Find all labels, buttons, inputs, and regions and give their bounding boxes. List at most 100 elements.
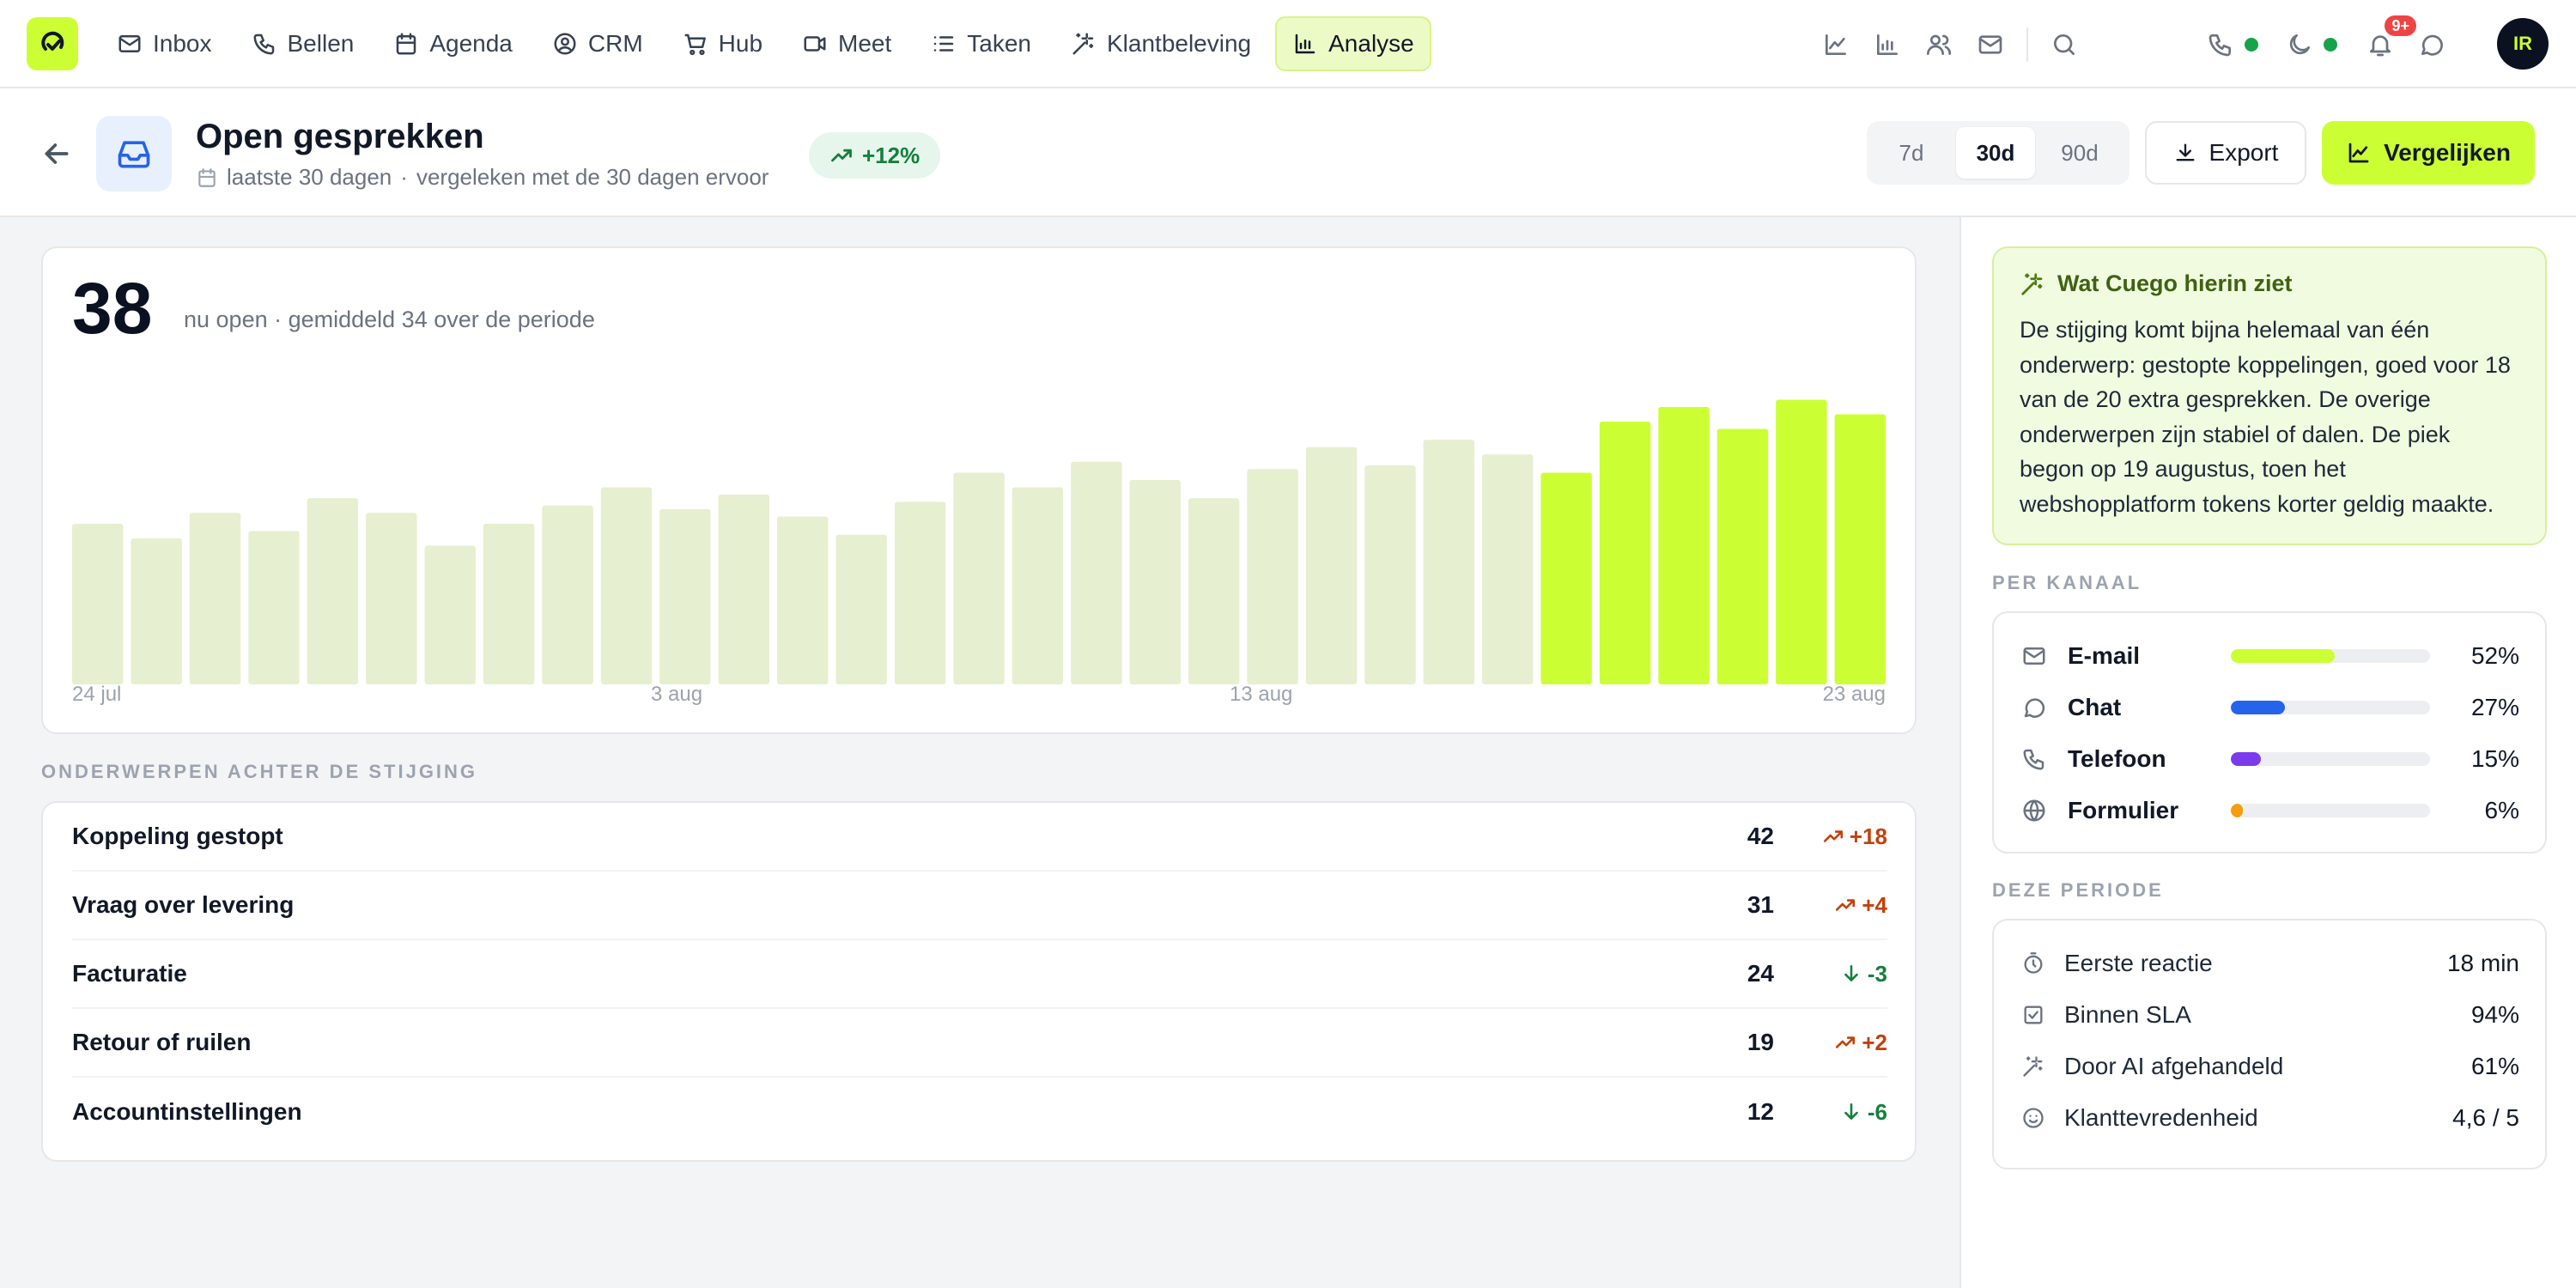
nav-item-bellen[interactable]: Bellen (236, 16, 370, 71)
line-chart-icon (2348, 143, 2369, 163)
bar-2-aug[interactable] (600, 487, 653, 685)
range-30d-button[interactable]: 30d (1956, 127, 2035, 179)
range-7d-button[interactable]: 7d (1872, 127, 1951, 179)
search-button[interactable] (2038, 19, 2090, 70)
stat-value: 94% (2470, 1001, 2519, 1028)
avatar[interactable]: IR (2497, 18, 2549, 70)
x-tick-label: 13 aug (1230, 683, 1293, 706)
topic-name: Facturatie (72, 960, 187, 987)
bar-27-jul[interactable] (248, 531, 300, 685)
table-row[interactable]: Facturatie 24 -3 (72, 940, 1887, 1009)
topic-count: 42 (1747, 823, 1774, 849)
channel-row: E-mail 52% (2021, 639, 2519, 673)
nav-item-crm[interactable]: CRM (537, 16, 659, 71)
bar-17-aug[interactable] (1482, 454, 1534, 684)
nav-item-hub[interactable]: Hub (667, 16, 778, 71)
dark-mode-button[interactable] (2281, 19, 2318, 70)
app-logo[interactable] (27, 17, 78, 70)
trend-chart-button[interactable] (1810, 19, 1862, 70)
smile-icon (2023, 1108, 2044, 1128)
bar-20-aug[interactable] (1658, 407, 1710, 684)
period-stats-card: Eerste reactie 18 min Binnen SLA 94% Doo… (1992, 919, 2547, 1170)
nav-item-meet[interactable]: Meet (787, 16, 907, 71)
calendar-icon (198, 167, 216, 187)
nav-item-taken[interactable]: Taken (915, 16, 1047, 71)
bar-3-aug[interactable] (659, 509, 711, 684)
ai-insight-card: Wat Cuego hierin ziet De stijging komt b… (1992, 246, 2547, 545)
bar-chart-button[interactable] (1862, 19, 1913, 70)
bar-28-jul[interactable] (307, 498, 359, 684)
table-row[interactable]: Koppeling gestopt 42 +18 (72, 803, 1887, 872)
bar-chart-icon (1295, 33, 1315, 54)
bar-11-aug[interactable] (1129, 480, 1181, 684)
bar-30-jul[interactable] (424, 545, 476, 685)
table-row[interactable]: Vraag over levering 31 +4 (72, 872, 1887, 940)
bar-5-aug[interactable] (777, 516, 829, 685)
nav-item-klantbeleving[interactable]: Klantbeleving (1055, 16, 1267, 71)
stat-label: Door AI afgehandeld (2064, 1053, 2284, 1079)
channel-percent: 52% (2470, 642, 2519, 669)
notifications-button[interactable]: 9+ (2354, 15, 2416, 70)
compare-label: Vergelijken (2384, 139, 2511, 166)
bar-4-aug[interactable] (718, 495, 770, 684)
bar-19-aug[interactable] (1599, 422, 1651, 684)
bar-23-aug[interactable] (1834, 414, 1886, 685)
channel-bar-fill (2231, 649, 2335, 663)
bar-25-jul[interactable] (131, 538, 182, 684)
video-icon (804, 36, 826, 52)
bar-15-aug[interactable] (1364, 465, 1416, 684)
bar-29-jul[interactable] (366, 513, 417, 684)
table-row[interactable]: Retour of ruilen 19 +2 (72, 1009, 1887, 1078)
topic-count: 24 (1747, 960, 1774, 987)
bar-18-aug[interactable] (1540, 472, 1592, 685)
chat-icon (2024, 698, 2045, 718)
phone-status-button[interactable] (2202, 19, 2239, 70)
arrow-left-icon (45, 143, 69, 164)
nav-item-inbox[interactable]: Inbox (101, 16, 228, 71)
moon-icon (2289, 34, 2310, 55)
nav-item-agenda[interactable]: Agenda (378, 16, 528, 71)
bar-chart (72, 399, 1886, 685)
trend-value: +12% (862, 142, 920, 168)
topic-delta: -6 (1774, 1099, 1887, 1126)
bar-31-jul[interactable] (483, 524, 535, 684)
subtitle-separator: · (400, 164, 408, 190)
export-button[interactable]: Export (2145, 121, 2306, 185)
channel-bar (2231, 701, 2430, 714)
table-row[interactable]: Accountinstellingen 12 -6 (72, 1078, 1887, 1146)
bar-26-jul[interactable] (189, 513, 241, 684)
topic-delta-value: -6 (1867, 1098, 1887, 1125)
bar-16-aug[interactable] (1423, 440, 1475, 684)
bar-8-aug[interactable] (953, 472, 1005, 685)
nav-item-label: Meet (838, 30, 892, 57)
topics-card: Koppeling gestopt 42 +18 Vraag over leve… (41, 801, 1917, 1162)
bar-24-jul[interactable] (72, 524, 124, 684)
bar-13-aug[interactable] (1247, 469, 1298, 684)
bar-21-aug[interactable] (1716, 428, 1769, 685)
stat-value: 4,6 / 5 (2452, 1104, 2519, 1131)
mail-button[interactable] (1965, 19, 2016, 70)
back-button[interactable] (39, 137, 74, 171)
bar-10-aug[interactable] (1071, 461, 1122, 684)
open-count-caption: nu open · gemiddeld 34 over de periode (184, 307, 595, 332)
bar-14-aug[interactable] (1305, 447, 1358, 684)
mail-icon (1978, 35, 2002, 54)
channels-card: E-mail 52% Chat 27% Telefoon 15% Formuli… (1992, 611, 2547, 854)
bar-7-aug[interactable] (894, 501, 946, 685)
bar-12-aug[interactable] (1188, 498, 1240, 684)
team-button[interactable] (1913, 19, 1965, 70)
bar-6-aug[interactable] (835, 534, 887, 684)
compare-button[interactable]: Vergelijken (2322, 121, 2535, 185)
insights-panel: Wat Cuego hierin ziet De stijging komt b… (1959, 217, 2576, 1288)
nav-item-analyse[interactable]: Analyse (1275, 16, 1431, 71)
trending-up-icon (1836, 1036, 1856, 1048)
channel-name: Chat (2068, 694, 2122, 720)
bar-9-aug[interactable] (1012, 487, 1064, 685)
phone-icon (2023, 749, 2044, 770)
range-90d-button[interactable]: 90d (2040, 127, 2119, 179)
topic-delta: -3 (1774, 961, 1887, 987)
bar-1-aug[interactable] (542, 505, 593, 684)
chat-button[interactable] (2406, 19, 2458, 70)
bar-22-aug[interactable] (1776, 399, 1827, 685)
nav-item-label: Agenda (429, 30, 513, 57)
